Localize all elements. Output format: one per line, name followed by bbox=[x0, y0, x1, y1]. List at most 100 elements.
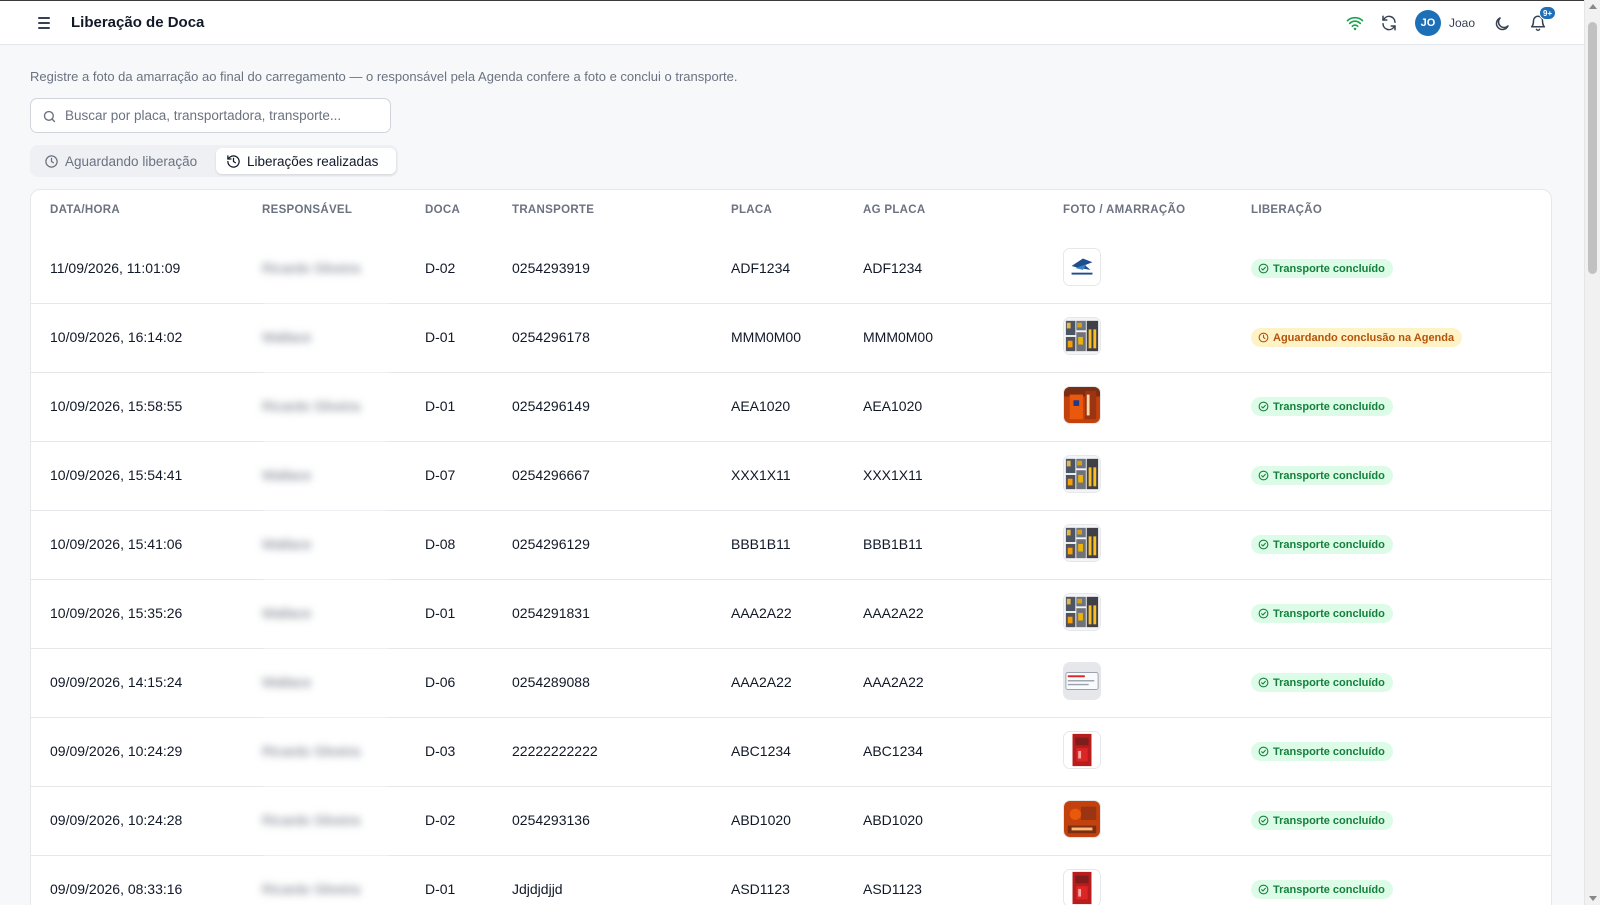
photo-thumbnail[interactable] bbox=[1063, 455, 1101, 493]
table-row[interactable]: 10/09/2026, 15:41:06 Wallace D-08 025429612… bbox=[31, 510, 1551, 580]
status-badge-label: Transporte concluído bbox=[1273, 538, 1385, 551]
privacy-blur-band bbox=[263, 855, 389, 905]
table-row[interactable]: 09/09/2026, 10:24:28 Ricardo Silveira D-02… bbox=[31, 786, 1551, 856]
cell-transporte: 0254296149 bbox=[512, 398, 590, 414]
table-row[interactable]: 10/09/2026, 15:58:55 Ricardo Silveira D-01… bbox=[31, 372, 1551, 442]
tab-aguardando-liberacao[interactable]: Aguardando liberação bbox=[36, 148, 238, 174]
status-badge: Transporte concluído bbox=[1251, 811, 1393, 830]
refresh-icon[interactable] bbox=[1380, 14, 1398, 32]
avatar[interactable]: JO bbox=[1415, 10, 1441, 36]
check-circle-icon bbox=[1258, 746, 1269, 757]
photo-thumbnail[interactable] bbox=[1063, 524, 1101, 562]
column-header-liberacao[interactable]: LIBERAÇÃO bbox=[1251, 204, 1322, 216]
cell-transporte: 0254296178 bbox=[512, 329, 590, 345]
tab-liberacoes-realizadas[interactable]: Liberações realizadas bbox=[216, 148, 396, 174]
cell-responsavel: Ricardo Silveira bbox=[262, 881, 361, 897]
cell-responsavel: Wallace bbox=[262, 674, 312, 690]
cell-doca: D-01 bbox=[425, 398, 456, 414]
cell-datetime: 11/09/2026, 11:01:09 bbox=[50, 260, 181, 276]
table-row[interactable]: 11/09/2026, 11:01:09 Ricardo Silveira D-02… bbox=[31, 234, 1551, 304]
cell-datetime: 10/09/2026, 16:14:02 bbox=[50, 329, 183, 345]
check-circle-icon bbox=[1258, 539, 1269, 550]
cell-ag-placa: AAA2A22 bbox=[863, 605, 924, 621]
cell-datetime: 10/09/2026, 15:41:06 bbox=[50, 536, 183, 552]
tab-label: Aguardando liberação bbox=[65, 153, 198, 169]
table-header: DATA/HORA RESPONSÁVEL DOCA TRANSPORTE PL… bbox=[31, 190, 1551, 234]
column-header-transporte[interactable]: TRANSPORTE bbox=[512, 204, 594, 216]
cell-datetime: 10/09/2026, 15:54:41 bbox=[50, 467, 183, 483]
cell-ag-placa: MMM0M00 bbox=[863, 329, 934, 345]
notification-badge: 9+ bbox=[1539, 6, 1557, 20]
cell-datetime: 09/09/2026, 08:33:16 bbox=[50, 881, 183, 897]
cell-placa: XXX1X11 bbox=[731, 467, 791, 483]
photo-thumbnail[interactable] bbox=[1063, 731, 1101, 769]
photo-thumbnail[interactable] bbox=[1063, 248, 1101, 286]
check-circle-icon bbox=[1258, 401, 1269, 412]
cell-placa: AAA2A22 bbox=[731, 605, 792, 621]
cell-doca: D-01 bbox=[425, 605, 456, 621]
cell-datetime: 10/09/2026, 15:35:26 bbox=[50, 605, 183, 621]
photo-thumbnail[interactable] bbox=[1063, 317, 1101, 355]
cell-placa: AEA1020 bbox=[731, 398, 791, 414]
status-badge-label: Aguardando conclusão na Agenda bbox=[1273, 331, 1455, 344]
cell-datetime: 10/09/2026, 15:58:55 bbox=[50, 398, 183, 414]
status-badge: Transporte concluído bbox=[1251, 397, 1393, 416]
cell-responsavel: Ricardo Silveira bbox=[262, 398, 361, 414]
column-header-foto-amarracao[interactable]: FOTO / AMARRAÇÃO bbox=[1063, 204, 1185, 216]
photo-thumbnail[interactable] bbox=[1063, 386, 1101, 424]
scroll-down-arrow-icon[interactable] bbox=[1589, 896, 1597, 901]
cell-transporte: Jdjdjdjjd bbox=[512, 881, 563, 897]
cell-ag-placa: AAA2A22 bbox=[863, 674, 924, 690]
column-header-placa[interactable]: PLACA bbox=[731, 204, 772, 216]
search-input[interactable] bbox=[65, 99, 385, 132]
cell-placa: ABD1020 bbox=[731, 812, 791, 828]
status-badge-label: Transporte concluído bbox=[1273, 607, 1385, 620]
cell-ag-placa: AEA1020 bbox=[863, 398, 923, 414]
cell-ag-placa: ABC1234 bbox=[863, 743, 923, 759]
column-header-responsavel[interactable]: RESPONSÁVEL bbox=[262, 204, 352, 216]
table-row[interactable]: 10/09/2026, 16:14:02 Wallace D-01 025429617… bbox=[31, 303, 1551, 373]
photo-thumbnail[interactable] bbox=[1063, 869, 1101, 905]
cell-ag-placa: BBB1B11 bbox=[863, 536, 923, 552]
menu-icon[interactable] bbox=[34, 13, 56, 33]
photo-thumbnail[interactable] bbox=[1063, 800, 1101, 838]
cell-responsavel: Wallace bbox=[262, 536, 312, 552]
cell-transporte: 0254293919 bbox=[512, 260, 590, 276]
cell-doca: D-03 bbox=[425, 743, 456, 759]
column-header-ag-placa[interactable]: AG PLACA bbox=[863, 204, 925, 216]
moon-icon[interactable] bbox=[1493, 15, 1511, 33]
cell-placa: BBB1B11 bbox=[731, 536, 791, 552]
table-row[interactable]: 09/09/2026, 08:33:16 Ricardo Silveira D-01… bbox=[31, 855, 1551, 905]
cell-datetime: 09/09/2026, 14:15:24 bbox=[50, 674, 183, 690]
column-header-data-hora[interactable]: DATA/HORA bbox=[50, 204, 120, 216]
tab-label: Liberações realizadas bbox=[247, 153, 379, 169]
user-name[interactable]: Joao bbox=[1449, 16, 1475, 30]
cell-doca: D-06 bbox=[425, 674, 456, 690]
status-badge: Transporte concluído bbox=[1251, 880, 1393, 899]
status-badge: Transporte concluído bbox=[1251, 466, 1393, 485]
table-row[interactable]: 09/09/2026, 14:15:24 Wallace D-06 025428908… bbox=[31, 648, 1551, 718]
cell-responsavel: Wallace bbox=[262, 467, 312, 483]
cell-ag-placa: ADF1234 bbox=[863, 260, 923, 276]
cell-doca: D-02 bbox=[425, 812, 456, 828]
status-badge: Transporte concluído bbox=[1251, 673, 1393, 692]
check-circle-icon bbox=[1258, 470, 1269, 481]
photo-thumbnail[interactable] bbox=[1063, 662, 1101, 700]
search-box[interactable] bbox=[30, 98, 391, 133]
photo-thumbnail[interactable] bbox=[1063, 593, 1101, 631]
table-row[interactable]: 10/09/2026, 15:35:26 Wallace D-01 025429183… bbox=[31, 579, 1551, 649]
table-row[interactable]: 09/09/2026, 10:24:29 Ricardo Silveira D-03… bbox=[31, 717, 1551, 787]
scroll-thumb[interactable] bbox=[1588, 22, 1597, 274]
column-header-doca[interactable]: DOCA bbox=[425, 204, 460, 216]
status-badge-label: Transporte concluído bbox=[1273, 676, 1385, 689]
cell-placa: ABC1234 bbox=[731, 743, 791, 759]
cell-doca: D-08 bbox=[425, 536, 456, 552]
page-scrollbar[interactable] bbox=[1584, 0, 1600, 905]
table-row[interactable]: 10/09/2026, 15:54:41 Wallace D-07 025429666… bbox=[31, 441, 1551, 511]
check-circle-icon bbox=[1258, 608, 1269, 619]
page-description: Registre a foto da amarração ao final do… bbox=[30, 69, 738, 84]
cell-transporte: 22222222222 bbox=[512, 743, 598, 759]
status-badge: Aguardando conclusão na Agenda bbox=[1251, 328, 1463, 347]
status-badge-label: Transporte concluído bbox=[1273, 745, 1385, 758]
scroll-up-arrow-icon[interactable] bbox=[1589, 4, 1597, 9]
